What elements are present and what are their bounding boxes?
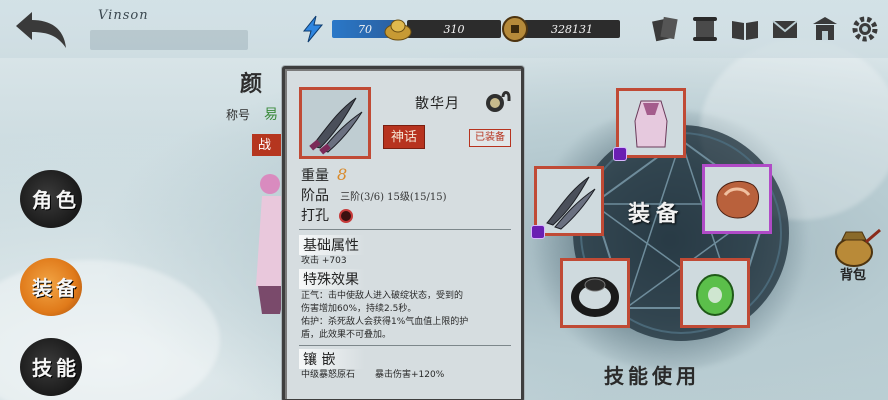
shop-icon[interactable] bbox=[810, 14, 840, 44]
item-name: 散华月 bbox=[415, 96, 460, 112]
equipment-slot-accessory[interactable] bbox=[702, 164, 772, 234]
special-effect-line-4: 盾，此效果不可叠加。 bbox=[301, 330, 392, 340]
coin-value: 328131 bbox=[524, 20, 620, 38]
character-name: 颜 bbox=[240, 71, 263, 97]
equipment-slot-jade[interactable] bbox=[680, 258, 750, 328]
equipment-slot-weapon[interactable] bbox=[531, 166, 604, 239]
side-menu-equipment[interactable]: 装备 bbox=[16, 258, 92, 316]
base-attr-title: 基础属性 bbox=[299, 235, 365, 255]
gem-socket-icon bbox=[531, 225, 545, 239]
side-menu-character-label: 角色 bbox=[32, 188, 80, 212]
gem-socket-icon bbox=[613, 147, 627, 161]
character-title-value: 易 bbox=[264, 107, 278, 123]
inlay-gem-name: 中级暴怒原石 bbox=[301, 370, 356, 380]
equipment-slot-ring[interactable] bbox=[560, 258, 630, 328]
player-name-bar bbox=[90, 30, 248, 50]
gold-stat: 310 bbox=[383, 18, 501, 41]
stone-icon bbox=[716, 181, 760, 219]
lock-icon[interactable] bbox=[483, 87, 511, 115]
mail-icon[interactable] bbox=[770, 14, 800, 44]
item-icon-frame bbox=[299, 87, 371, 159]
twin-blades-icon bbox=[546, 176, 596, 230]
player-name: Vinson bbox=[98, 8, 149, 23]
bag-label: 背包 bbox=[840, 268, 867, 283]
energy-bolt-icon bbox=[302, 15, 324, 43]
item-detail-popup: 散华月 神话 已装备 重量 8 阶品 三阶(3/6) 15级(15/15) 打孔 … bbox=[282, 66, 524, 400]
base-attr-value: 攻击 +703 bbox=[301, 256, 347, 266]
ring-icon bbox=[571, 277, 619, 317]
divider bbox=[299, 229, 511, 230]
gold-ingot-icon bbox=[384, 19, 412, 41]
side-menu-character[interactable]: 角色 bbox=[16, 170, 92, 228]
character-title-label: 称号 bbox=[226, 108, 251, 122]
coin-stat: 328131 bbox=[500, 16, 620, 42]
armor-icon bbox=[634, 100, 668, 148]
socket-row: 打孔 bbox=[301, 205, 353, 225]
twin-blades-icon bbox=[309, 97, 363, 155]
special-effect-text: 正气：击中使敌人进入破绽状态，受到的 伤害增加60%，持续2.5秒。 佑护：杀死… bbox=[301, 290, 513, 342]
equipment-center-label: 装备 bbox=[628, 201, 685, 227]
equipped-badge: 已装备 bbox=[469, 129, 511, 147]
side-menu-equipment-label: 装备 bbox=[32, 276, 80, 300]
weight-value: 8 bbox=[337, 165, 348, 184]
cards-icon[interactable] bbox=[650, 14, 680, 44]
rank-value: 三阶(3/6) 15级(15/15) bbox=[340, 192, 447, 203]
special-effect-line-1: 正气：击中使敌人进入破绽状态，受到的 bbox=[301, 291, 464, 301]
character-figure bbox=[256, 174, 286, 314]
back-arrow-icon[interactable] bbox=[10, 8, 70, 52]
weight-row: 重量 8 bbox=[301, 165, 347, 185]
skill-use-button[interactable]: 技能使用 bbox=[604, 360, 700, 389]
jade-icon bbox=[696, 274, 734, 316]
rank-label: 阶品 bbox=[301, 188, 329, 204]
gear-icon[interactable] bbox=[850, 14, 880, 44]
inlay-title: 镶 嵌 bbox=[299, 349, 365, 369]
coin-icon bbox=[502, 16, 528, 42]
bag-icon bbox=[835, 228, 881, 267]
rank-row: 阶品 三阶(3/6) 15级(15/15) bbox=[301, 185, 447, 205]
book-icon[interactable] bbox=[730, 14, 760, 44]
special-effect-line-3: 佑护：杀死敌人会获得1%气血值上限的护 bbox=[301, 317, 469, 327]
socket-gem-icon bbox=[339, 208, 353, 223]
inlay-gem-bonus: 暴击伤害+120% bbox=[375, 370, 445, 380]
side-menu-skills[interactable]: 技能 bbox=[16, 338, 92, 396]
scroll-icon[interactable] bbox=[690, 14, 720, 44]
top-bar: Vinson 70 310 328131 bbox=[0, 0, 888, 58]
side-menu-skills-label: 技能 bbox=[32, 356, 80, 380]
gold-value: 310 bbox=[407, 20, 501, 38]
bag-button[interactable]: 背包 bbox=[826, 228, 884, 290]
equipment-slot-armor[interactable] bbox=[613, 88, 686, 161]
inlay-row: 中级暴怒原石 暴击伤害+120% bbox=[301, 369, 513, 382]
special-effect-line-2: 伤害增加60%，持续2.5秒。 bbox=[301, 304, 417, 314]
special-effect-title: 特殊效果 bbox=[299, 269, 365, 289]
grade-badge: 神话 bbox=[383, 125, 425, 149]
weight-label: 重量 bbox=[301, 168, 329, 184]
socket-label: 打孔 bbox=[301, 208, 329, 224]
divider bbox=[299, 345, 511, 346]
top-menu-icons bbox=[650, 14, 880, 44]
